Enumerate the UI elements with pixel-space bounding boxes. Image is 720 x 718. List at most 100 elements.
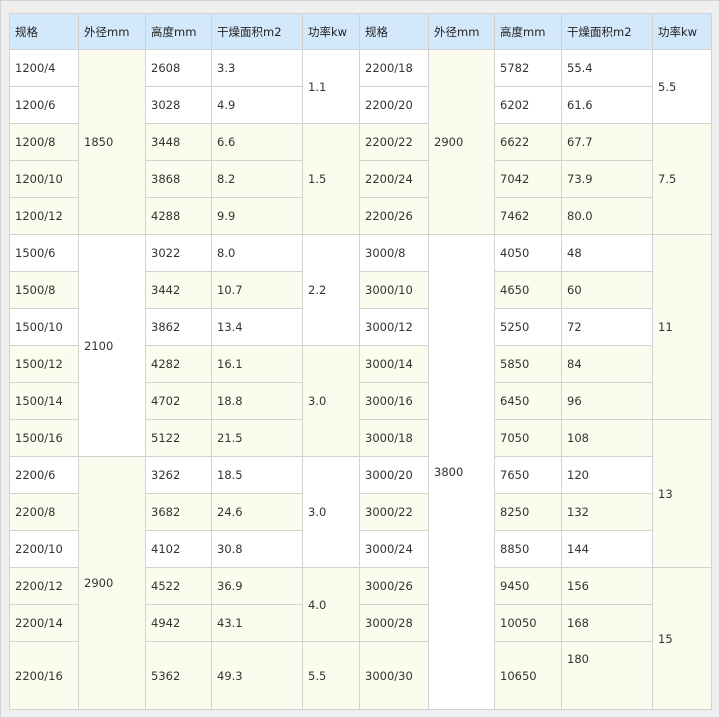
header-cell: 规格 [359,13,429,50]
area-cell: 132 [561,493,653,531]
power-cell: 1.5 [302,123,360,235]
header-cell: 外径mm [428,13,495,50]
power-cell: 5.5 [652,49,712,124]
spec-cell: 2200/22 [359,123,429,161]
spec-cell: 1200/10 [9,160,79,198]
spec-cell: 1200/8 [9,123,79,161]
area-cell: 108 [561,419,653,457]
power-cell: 3.0 [302,345,360,457]
height-cell: 5362 [145,641,212,710]
height-cell: 3862 [145,308,212,346]
height-cell: 3022 [145,234,212,272]
area-cell: 9.9 [211,197,303,235]
height-cell: 5250 [494,308,562,346]
area-cell: 80.0 [561,197,653,235]
power-cell: 4.0 [302,567,360,642]
spec-cell: 3000/10 [359,271,429,309]
spec-cell: 3000/20 [359,456,429,494]
header-cell: 功率kw [302,13,360,50]
spec-cell: 1200/12 [9,197,79,235]
spec-cell: 2200/14 [9,604,79,642]
header-cell: 规格 [9,13,79,50]
height-cell: 9450 [494,567,562,605]
height-cell: 3262 [145,456,212,494]
area-cell: 36.9 [211,567,303,605]
area-cell: 3.3 [211,49,303,87]
height-cell: 4942 [145,604,212,642]
area-cell: 30.8 [211,530,303,568]
table-frame: 规格 外径mm 高度mm 干燥面积m2 功率kw 规格 外径mm 高度mm 干燥… [0,0,720,718]
spec-cell: 3000/14 [359,345,429,383]
height-cell: 7462 [494,197,562,235]
height-cell: 4522 [145,567,212,605]
spec-cell: 3000/8 [359,234,429,272]
height-cell: 6622 [494,123,562,161]
spec-cell: 1500/8 [9,271,79,309]
spec-cell: 3000/28 [359,604,429,642]
height-cell: 4102 [145,530,212,568]
spec-cell: 1200/6 [9,86,79,124]
height-cell: 5122 [145,419,212,457]
area-cell: 168 [561,604,653,642]
height-cell: 4650 [494,271,562,309]
diameter-cell: 1850 [78,49,146,235]
power-cell: 11 [652,234,712,420]
spec-cell: 3000/30 [359,641,429,710]
area-cell: 43.1 [211,604,303,642]
spec-cell: 3000/22 [359,493,429,531]
area-cell: 10.7 [211,271,303,309]
spec-cell: 1500/16 [9,419,79,457]
area-cell: 96 [561,382,653,420]
height-cell: 6450 [494,382,562,420]
power-cell: 1.1 [302,49,360,124]
header-cell: 外径mm [78,13,146,50]
table-row: 2200/6 2900 3262 18.5 3.0 3000/20 7650 1… [9,456,712,710]
height-cell: 7050 [494,419,562,457]
area-cell: 84 [561,345,653,383]
height-cell: 4702 [145,382,212,420]
height-cell: 8250 [494,493,562,531]
power-cell: 7.5 [652,123,712,235]
height-cell: 3448 [145,123,212,161]
spec-cell: 3000/12 [359,308,429,346]
power-cell: 5.5 [302,641,360,710]
height-cell: 3028 [145,86,212,124]
spec-cell: 2200/12 [9,567,79,605]
area-cell: 156 [561,567,653,605]
area-cell: 21.5 [211,419,303,457]
area-cell: 8.2 [211,160,303,198]
area-cell: 120 [561,456,653,494]
height-cell: 10650 [494,641,562,710]
spec-cell: 2200/26 [359,197,429,235]
height-cell: 8850 [494,530,562,568]
spec-cell: 1500/6 [9,234,79,272]
spec-cell: 3000/16 [359,382,429,420]
area-cell: 60 [561,271,653,309]
area-cell: 180 [561,641,653,710]
header-cell: 功率kw [652,13,712,50]
height-cell: 6202 [494,86,562,124]
height-cell: 4288 [145,197,212,235]
spec-cell: 2200/24 [359,160,429,198]
spec-cell: 1500/14 [9,382,79,420]
header-cell: 干燥面积m2 [211,13,303,50]
header-row: 规格 外径mm 高度mm 干燥面积m2 功率kw 规格 外径mm 高度mm 干燥… [9,13,712,50]
spec-cell: 1200/4 [9,49,79,87]
area-cell: 67.7 [561,123,653,161]
spec-cell: 2200/20 [359,86,429,124]
area-cell: 18.8 [211,382,303,420]
area-cell: 73.9 [561,160,653,198]
power-cell: 3.0 [302,456,360,568]
header-cell: 高度mm [494,13,562,50]
spec-cell: 2200/18 [359,49,429,87]
spec-cell: 1500/12 [9,345,79,383]
height-cell: 3868 [145,160,212,198]
area-cell: 55.4 [561,49,653,87]
area-cell: 13.4 [211,308,303,346]
table-row: 1500/6 2100 3022 8.0 2.2 3000/8 3800 405… [9,234,712,710]
spec-cell: 2200/10 [9,530,79,568]
spec-cell: 2200/6 [9,456,79,494]
diameter-cell: 3800 [428,234,495,710]
area-cell: 72 [561,308,653,346]
area-cell: 6.6 [211,123,303,161]
